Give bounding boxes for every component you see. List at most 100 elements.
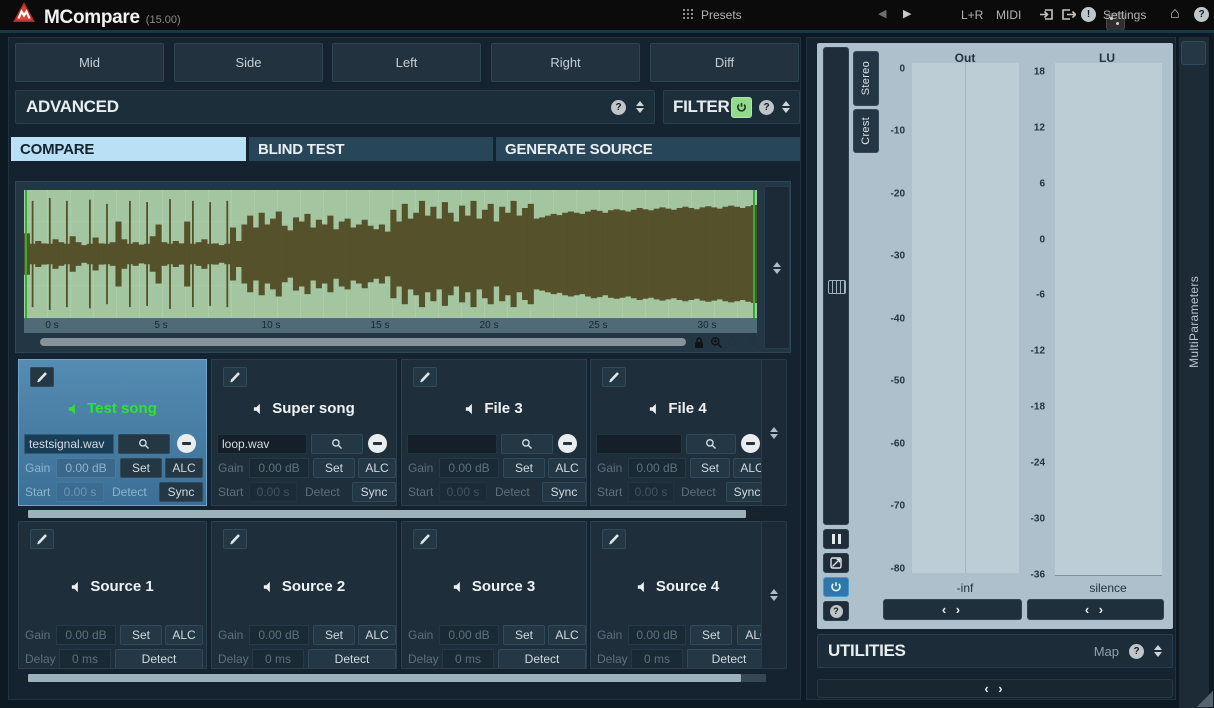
- source-slot-4[interactable]: Source 4 Gain 0.00 dB Set ALC Delay 0 ms…: [590, 521, 766, 669]
- channel-button-diff[interactable]: Diff: [650, 43, 799, 82]
- settings-button[interactable]: Settings: [1103, 8, 1146, 22]
- set-gain-button[interactable]: Set: [313, 625, 355, 645]
- channel-button-side[interactable]: Side: [174, 43, 323, 82]
- gain-value[interactable]: 0.00 dB: [56, 625, 116, 645]
- edit-name-icon[interactable]: [223, 367, 247, 387]
- file-slot-1[interactable]: Test song testsignal.wav Gain 0.00 dB Se…: [18, 359, 207, 506]
- file-slot-3[interactable]: File 3 Gain 0.00 dB Set ALC Start 0.00 s…: [401, 359, 587, 506]
- popup-window-button[interactable]: [823, 553, 849, 573]
- loop-end-marker[interactable]: [753, 190, 755, 318]
- advanced-help-icon[interactable]: ?: [611, 100, 626, 115]
- presets-button[interactable]: Presets: [683, 8, 742, 22]
- zoom-in-icon[interactable]: [709, 335, 723, 349]
- waveform-display[interactable]: [24, 190, 757, 318]
- gain-value[interactable]: 0.00 dB: [249, 458, 309, 478]
- multiparameters-expand-button[interactable]: [1181, 41, 1206, 65]
- out-meter-range-button[interactable]: ‹ ›: [883, 599, 1022, 620]
- gain-value[interactable]: 0.00 dB: [439, 625, 499, 645]
- remove-file-icon[interactable]: [558, 434, 577, 453]
- channel-button-right[interactable]: Right: [491, 43, 640, 82]
- slot-title[interactable]: Source 3: [402, 578, 586, 595]
- remove-file-icon[interactable]: [741, 434, 760, 453]
- advanced-section-bar[interactable]: ADVANCED ?: [15, 90, 655, 124]
- alc-button[interactable]: ALC: [548, 625, 586, 645]
- utilities-help-icon[interactable]: ?: [1129, 644, 1144, 659]
- file-name-field[interactable]: testsignal.wav: [24, 434, 114, 454]
- channel-button-left[interactable]: Left: [332, 43, 481, 82]
- slot-title[interactable]: Source 1: [19, 578, 206, 595]
- file-slot-2[interactable]: Super song loop.wav Gain 0.00 dB Set ALC…: [211, 359, 397, 506]
- waveform-scrollbar[interactable]: [40, 338, 686, 346]
- slot-title[interactable]: Super song: [212, 400, 396, 417]
- set-gain-button[interactable]: Set: [120, 625, 162, 645]
- file-slot-4[interactable]: File 4 Gain 0.00 dB Set ALC Start 0.00 s…: [590, 359, 766, 506]
- browse-file-button[interactable]: [686, 434, 736, 454]
- alc-button[interactable]: ALC: [548, 458, 586, 478]
- remove-file-icon[interactable]: [368, 434, 387, 453]
- slot-title[interactable]: File 4: [591, 400, 765, 417]
- file-name-field[interactable]: [407, 434, 497, 454]
- edit-name-icon[interactable]: [413, 529, 437, 549]
- utilities-section-bar[interactable]: UTILITIES Map ?: [817, 634, 1173, 668]
- delay-value[interactable]: 0 ms: [442, 649, 494, 669]
- lock-icon[interactable]: [692, 335, 706, 349]
- alc-button[interactable]: ALC: [165, 625, 203, 645]
- next-preset-icon[interactable]: ▶: [903, 9, 911, 20]
- detect-delay-button[interactable]: Detect: [308, 649, 396, 669]
- set-gain-button[interactable]: Set: [503, 458, 545, 478]
- pause-meters-button[interactable]: [823, 529, 849, 549]
- start-value[interactable]: 0.00 s: [628, 482, 674, 502]
- edit-name-icon[interactable]: [602, 367, 626, 387]
- gain-value[interactable]: 0.00 dB: [628, 458, 686, 478]
- gain-value[interactable]: 0.00 dB: [439, 458, 499, 478]
- window-resize-grip[interactable]: [1197, 691, 1213, 707]
- alert-icon[interactable]: !: [1081, 7, 1096, 22]
- gain-value[interactable]: 0.00 dB: [249, 625, 309, 645]
- tab-compare[interactable]: COMPARE: [11, 137, 246, 161]
- gain-value[interactable]: 0.00 dB: [56, 458, 116, 478]
- sync-button[interactable]: Sync: [726, 482, 766, 502]
- source-slot-3[interactable]: Source 3 Gain 0.00 dB Set ALC Delay 0 ms…: [401, 521, 587, 669]
- gain-value[interactable]: 0.00 dB: [628, 625, 686, 645]
- filter-collapse-icon[interactable]: [782, 101, 790, 113]
- utilities-collapse-icon[interactable]: [1154, 645, 1162, 657]
- start-value[interactable]: 0.00 s: [439, 482, 487, 502]
- edit-name-icon[interactable]: [602, 529, 626, 549]
- remove-file-icon[interactable]: [177, 434, 196, 453]
- file-name-field[interactable]: loop.wav: [217, 434, 307, 454]
- browse-file-button[interactable]: [118, 434, 170, 454]
- slot-title[interactable]: Test song: [19, 400, 206, 417]
- filter-power-icon[interactable]: [731, 97, 752, 118]
- help-icon[interactable]: ?: [1194, 7, 1209, 22]
- set-gain-button[interactable]: Set: [690, 458, 730, 478]
- sync-button[interactable]: Sync: [542, 482, 586, 502]
- set-gain-button[interactable]: Set: [313, 458, 355, 478]
- alc-button[interactable]: ALC: [358, 458, 396, 478]
- export-settings-icon[interactable]: [1060, 7, 1076, 22]
- delay-value[interactable]: 0 ms: [631, 649, 683, 669]
- advanced-collapse-icon[interactable]: [636, 101, 644, 113]
- lu-meter-range-button[interactable]: ‹ ›: [1027, 599, 1164, 620]
- set-gain-button[interactable]: Set: [120, 458, 162, 478]
- channel-button-mid[interactable]: Mid: [15, 43, 164, 82]
- detect-start-button[interactable]: Detect: [305, 485, 340, 499]
- set-gain-button[interactable]: Set: [690, 625, 732, 645]
- meter-tab-crest[interactable]: Crest: [853, 109, 879, 153]
- file-slots-spinner[interactable]: [761, 359, 787, 506]
- filter-section-bar[interactable]: FILTER ?: [663, 90, 800, 124]
- multiparameters-strip[interactable]: MultiParameters: [1178, 37, 1209, 708]
- set-gain-button[interactable]: Set: [503, 625, 545, 645]
- panel-width-button[interactable]: ‹ ›: [817, 679, 1173, 698]
- home-icon[interactable]: ⌂: [1170, 6, 1180, 22]
- previous-preset-icon[interactable]: ◀: [878, 9, 886, 20]
- delay-value[interactable]: 0 ms: [59, 649, 111, 669]
- sync-button[interactable]: Sync: [159, 482, 203, 502]
- sync-button[interactable]: Sync: [352, 482, 396, 502]
- edit-name-icon[interactable]: [30, 367, 54, 387]
- meters-power-button[interactable]: [823, 577, 849, 597]
- detect-start-button[interactable]: Detect: [681, 485, 716, 499]
- start-value[interactable]: 0.00 s: [56, 482, 104, 502]
- source-slots-scrollbar[interactable]: [18, 674, 766, 682]
- slot-title[interactable]: File 3: [402, 400, 586, 417]
- midi-button[interactable]: MIDI: [996, 8, 1021, 22]
